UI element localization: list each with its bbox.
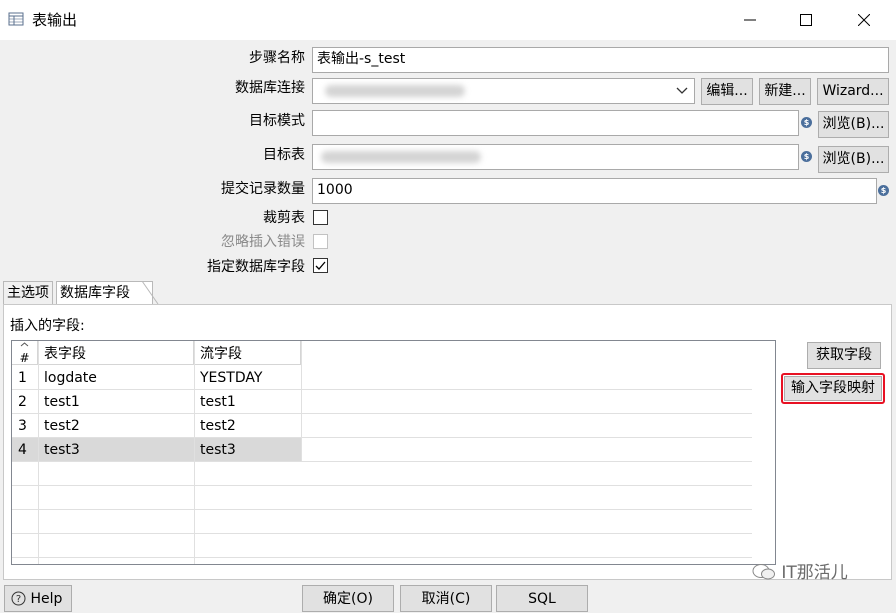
- sort-icon: [20, 342, 29, 347]
- db-connection-label: 数据库连接: [235, 80, 305, 96]
- column-header-table-field[interactable]: 表字段: [38, 341, 194, 365]
- edit-button[interactable]: 编辑...: [701, 78, 753, 105]
- variable-icon: $: [801, 151, 812, 162]
- cancel-button[interactable]: 取消(C): [400, 585, 492, 612]
- stream-field-cell[interactable]: YESTDAY: [194, 366, 301, 389]
- wizard-button[interactable]: Wizard...: [817, 78, 889, 105]
- close-icon: [858, 14, 870, 26]
- fields-table[interactable]: # 表字段 流字段 1 logdate YESTDAY 2 test1 test…: [11, 340, 776, 565]
- redacted-blur: [325, 85, 465, 97]
- table-field-cell[interactable]: test3: [38, 438, 194, 461]
- commit-size-label: 提交记录数量: [221, 181, 305, 197]
- stream-field-cell[interactable]: test1: [194, 390, 301, 413]
- stream-field-cell[interactable]: test2: [194, 414, 301, 437]
- table-row[interactable]: 1 logdate YESTDAY: [12, 366, 752, 390]
- row-number: 4: [18, 442, 27, 458]
- table-row-empty: [12, 462, 752, 486]
- table-field-cell[interactable]: logdate: [38, 366, 194, 389]
- input-field-mapping-button[interactable]: 输入字段映射: [784, 376, 882, 401]
- table-row[interactable]: 3 test2 test2: [12, 414, 752, 438]
- table-output-icon: [8, 12, 24, 26]
- browse-table-button[interactable]: 浏览(B)...: [818, 146, 889, 173]
- table-row-empty: [12, 534, 752, 558]
- maximize-button[interactable]: [778, 0, 834, 40]
- insert-fields-title: 插入的字段:: [10, 318, 85, 334]
- table-row[interactable]: 2 test1 test1: [12, 390, 752, 414]
- minimize-icon: [744, 19, 756, 21]
- row-number: 2: [18, 394, 27, 410]
- ignore-errors-checkbox[interactable]: [313, 234, 328, 249]
- close-button[interactable]: [836, 0, 892, 40]
- target-schema-label: 目标模式: [249, 113, 305, 129]
- column-divider: [38, 341, 39, 564]
- table-field-cell[interactable]: test1: [38, 390, 194, 413]
- column-divider: [194, 341, 195, 564]
- db-connection-select[interactable]: [312, 78, 695, 104]
- tab-edge: [136, 281, 159, 305]
- specify-fields-checkbox[interactable]: [313, 258, 328, 273]
- ok-button[interactable]: 确定(O): [302, 585, 394, 612]
- truncate-label: 裁剪表: [263, 210, 305, 226]
- target-schema-input[interactable]: [312, 110, 799, 136]
- target-table-label: 目标表: [263, 147, 305, 163]
- table-row-selected[interactable]: 4 test3 test3: [12, 438, 752, 462]
- commit-size-input[interactable]: 1000: [312, 178, 877, 204]
- column-header-num[interactable]: #: [12, 341, 38, 365]
- table-field-cell[interactable]: test2: [38, 414, 194, 437]
- variable-icon: $: [878, 185, 889, 196]
- variable-icon: $: [801, 117, 812, 128]
- help-icon: ?: [11, 591, 26, 606]
- redacted-blur: [321, 151, 481, 163]
- help-button[interactable]: ? Help: [4, 585, 72, 612]
- step-name-label: 步骤名称: [249, 50, 305, 66]
- specify-fields-label: 指定数据库字段: [207, 259, 305, 275]
- title-bar: 表输出: [0, 0, 896, 40]
- new-button[interactable]: 新建...: [759, 78, 811, 105]
- wechat-icon: [752, 564, 775, 580]
- minimize-button[interactable]: [722, 0, 778, 40]
- column-header-stream-field[interactable]: 流字段: [194, 341, 301, 365]
- stream-field-cell[interactable]: test3: [194, 438, 301, 461]
- window-title: 表输出: [32, 11, 78, 29]
- browse-schema-button[interactable]: 浏览(B)...: [818, 111, 889, 138]
- target-table-input[interactable]: [312, 144, 799, 170]
- get-fields-button[interactable]: 获取字段: [807, 342, 881, 369]
- tab-main-options[interactable]: 主选项: [3, 281, 53, 306]
- step-name-input[interactable]: 表输出-s_test: [312, 47, 889, 73]
- truncate-checkbox[interactable]: [313, 210, 328, 225]
- row-number: 3: [18, 418, 27, 434]
- sql-button[interactable]: SQL: [496, 585, 588, 612]
- ignore-errors-label: 忽略插入错误: [221, 234, 305, 250]
- table-row-empty: [12, 486, 752, 510]
- column-divider: [301, 341, 302, 462]
- row-number: 1: [18, 370, 27, 386]
- maximize-icon: [800, 14, 812, 26]
- chevron-down-icon: [676, 87, 688, 94]
- watermark: IT那活儿: [752, 560, 848, 586]
- svg-text:?: ?: [16, 594, 21, 605]
- checkmark-icon: [315, 261, 326, 270]
- table-row-empty: [12, 510, 752, 534]
